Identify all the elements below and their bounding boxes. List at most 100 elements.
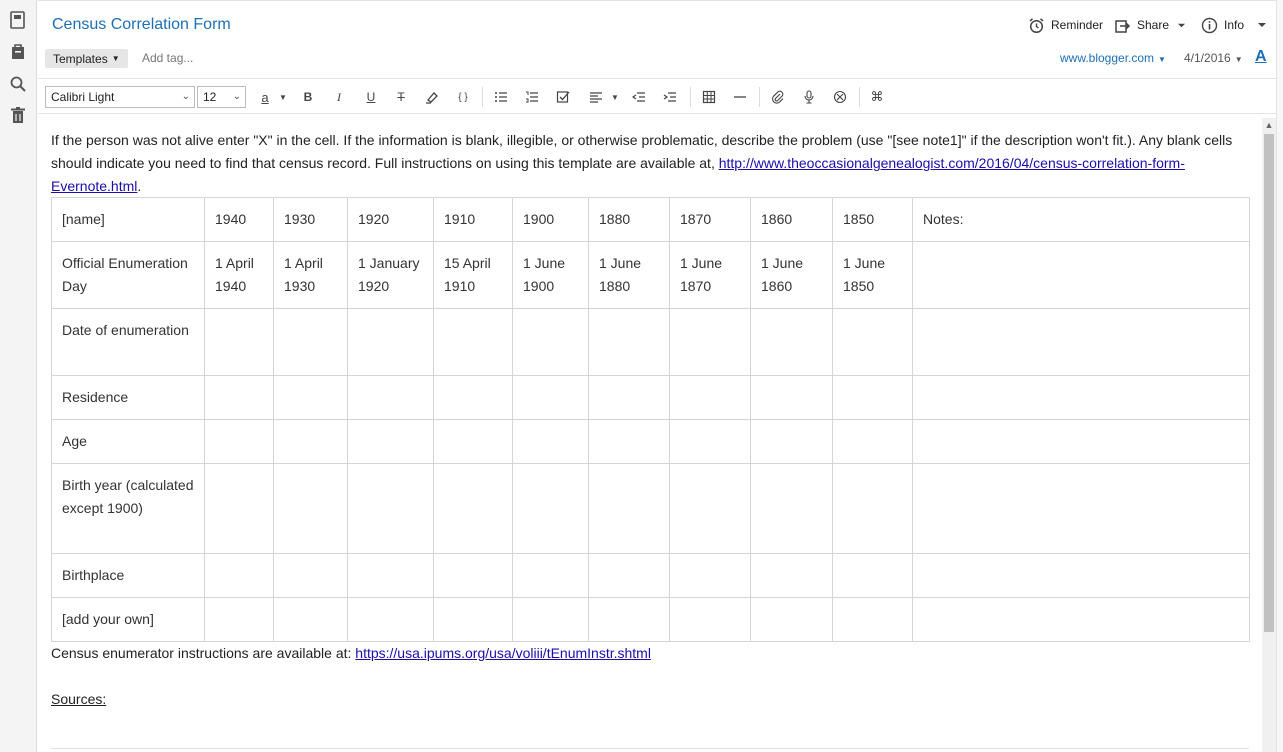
table-cell[interactable] <box>750 375 833 420</box>
align-button[interactable] <box>587 88 605 106</box>
table-cell[interactable] <box>750 463 833 554</box>
encrypt-button[interactable] <box>831 88 849 106</box>
table-cell[interactable] <box>832 553 913 598</box>
table-cell[interactable] <box>669 375 751 420</box>
table-cell[interactable] <box>588 463 670 554</box>
font-color-button[interactable]: A <box>1255 48 1267 66</box>
shortcuts-button[interactable]: ⌘ <box>868 88 886 106</box>
search-icon[interactable] <box>9 75 27 93</box>
table-cell[interactable] <box>433 463 513 554</box>
table-header-cell[interactable]: 1930 <box>273 197 348 242</box>
table-cell[interactable] <box>832 375 913 420</box>
table-cell[interactable] <box>912 419 1250 464</box>
table-cell[interactable]: 1 June 1880 <box>588 241 670 309</box>
source-url-link[interactable]: www.blogger.com ▼ <box>1060 51 1166 65</box>
table-cell[interactable] <box>273 463 348 554</box>
table-header-cell[interactable]: 1910 <box>433 197 513 242</box>
table-cell[interactable]: 15 April 1910 <box>433 241 513 309</box>
font-size-select[interactable]: 12 ⌄ <box>197 86 246 108</box>
table-cell[interactable] <box>832 463 913 554</box>
bold-button[interactable]: B <box>299 88 317 106</box>
strikethrough-button[interactable]: T <box>392 88 410 106</box>
table-cell[interactable] <box>669 463 751 554</box>
table-header-cell[interactable]: 1850 <box>832 197 913 242</box>
table-cell[interactable] <box>512 308 589 376</box>
row-label-cell[interactable]: [add your own] <box>51 597 205 642</box>
table-cell[interactable] <box>204 553 274 598</box>
table-header-cell[interactable]: 1940 <box>204 197 274 242</box>
table-cell[interactable] <box>433 419 513 464</box>
table-cell[interactable] <box>204 463 274 554</box>
vertical-scrollbar[interactable]: ▲ <box>1262 118 1276 752</box>
more-options-button[interactable] <box>1257 15 1267 35</box>
table-header-cell[interactable]: 1870 <box>669 197 751 242</box>
table-cell[interactable] <box>750 419 833 464</box>
table-cell[interactable] <box>832 308 913 376</box>
notes-icon[interactable] <box>9 11 27 29</box>
table-header-cell[interactable]: 1860 <box>750 197 833 242</box>
table-cell[interactable] <box>669 308 751 376</box>
table-cell[interactable] <box>912 308 1250 376</box>
table-cell[interactable]: 1 June 1860 <box>750 241 833 309</box>
table-cell[interactable] <box>347 375 434 420</box>
text-color-button[interactable]: a <box>256 88 274 106</box>
table-cell[interactable]: 1 June 1900 <box>512 241 589 309</box>
table-cell[interactable] <box>750 308 833 376</box>
highlight-button[interactable] <box>423 88 441 106</box>
table-cell[interactable] <box>832 419 913 464</box>
table-cell[interactable] <box>669 597 751 642</box>
date-button[interactable]: 4/1/2016 ▼ <box>1184 51 1243 65</box>
table-header-cell[interactable]: 1920 <box>347 197 434 242</box>
font-family-select[interactable]: Calibri Light ⌄ <box>45 86 195 108</box>
table-cell[interactable] <box>750 597 833 642</box>
row-label-cell[interactable]: Date of enumeration <box>51 308 205 376</box>
chevron-down-icon[interactable]: ▼ <box>606 88 624 106</box>
table-cell[interactable] <box>347 463 434 554</box>
table-cell[interactable] <box>912 241 1250 309</box>
table-cell[interactable] <box>512 375 589 420</box>
scrollbar-thumb[interactable] <box>1264 134 1274 632</box>
table-cell[interactable] <box>669 419 751 464</box>
table-cell[interactable] <box>204 375 274 420</box>
table-cell[interactable] <box>273 553 348 598</box>
add-tag-input[interactable]: Add tag... <box>142 51 193 65</box>
table-cell[interactable] <box>273 419 348 464</box>
table-cell[interactable]: 1 January 1920 <box>347 241 434 309</box>
checkbox-button[interactable] <box>554 88 572 106</box>
table-cell[interactable] <box>347 597 434 642</box>
outdent-button[interactable] <box>630 88 648 106</box>
table-cell[interactable] <box>588 597 670 642</box>
row-label-cell[interactable]: Age <box>51 419 205 464</box>
insert-table-button[interactable] <box>700 88 718 106</box>
underline-button[interactable]: U <box>362 88 380 106</box>
table-cell[interactable] <box>273 375 348 420</box>
table-header-cell[interactable]: Notes: <box>912 197 1250 242</box>
table-cell[interactable]: 1 April 1940 <box>204 241 274 309</box>
record-audio-button[interactable] <box>800 88 818 106</box>
code-block-button[interactable]: { } <box>454 88 472 106</box>
indent-button[interactable] <box>661 88 679 106</box>
attach-button[interactable] <box>769 88 787 106</box>
table-cell[interactable] <box>433 308 513 376</box>
trash-icon[interactable] <box>9 106 27 124</box>
scroll-up-arrow-icon[interactable]: ▲ <box>1262 118 1276 132</box>
templates-button[interactable]: Templates ▼ <box>45 49 128 68</box>
table-cell[interactable]: 1 April 1930 <box>273 241 348 309</box>
enumerator-instructions-link[interactable]: https://usa.ipums.org/usa/voliii/tEnumIn… <box>355 645 651 661</box>
share-button[interactable]: Share <box>1114 15 1186 35</box>
table-cell[interactable] <box>433 375 513 420</box>
table-cell[interactable] <box>512 553 589 598</box>
table-cell[interactable] <box>912 597 1250 642</box>
table-cell[interactable] <box>588 553 670 598</box>
table-cell[interactable]: 1 June 1850 <box>832 241 913 309</box>
table-cell[interactable] <box>512 419 589 464</box>
row-label-cell[interactable]: Official Enumeration Day <box>51 241 205 309</box>
table-cell[interactable] <box>588 419 670 464</box>
table-cell[interactable] <box>512 463 589 554</box>
table-cell[interactable] <box>347 419 434 464</box>
table-cell[interactable] <box>588 308 670 376</box>
table-cell[interactable] <box>912 375 1250 420</box>
table-cell[interactable] <box>204 308 274 376</box>
table-cell[interactable] <box>832 597 913 642</box>
row-label-cell[interactable]: Birth year (calculated except 1900) <box>51 463 205 554</box>
